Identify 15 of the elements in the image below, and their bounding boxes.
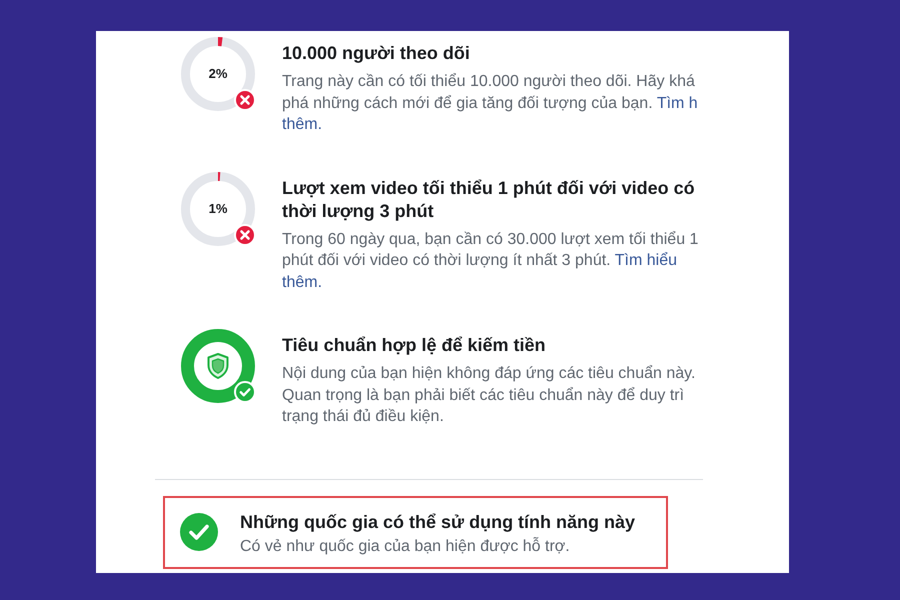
description-text: Nội dung của bạn hiện không đáp ứng các tiêu chuẩn này. Quan trọng là bạn phải biết các tiêu chuẩn này để duy trì trạng thái đủ điều kiện.: [282, 364, 696, 427]
progress-percent: 2%: [208, 66, 228, 82]
description-text: Trang này cần có tối thiểu 10.000 người theo dõi. Hãy khá phá những cách mới để gia tăng đối tượng của bạn. Tìm h thêm.: [282, 72, 699, 135]
learn-more-link[interactable]: Tìm h: [656, 94, 698, 112]
description-text: Trong 60 ngày qua, bạn cần có 30.000 lượt xem tối thiểu 1 phút đối với video có thời lượng ít nhất 3 phút. Tìm hiểu thêm.: [282, 230, 700, 292]
shield-icon: [207, 353, 229, 379]
summary-description: Có vẻ như quốc gia của bạn hiện được hỗ trợ.: [240, 536, 571, 556]
requirement-title: 10.000 người theo dõi: [282, 42, 471, 65]
learn-more-link[interactable]: thêm.: [282, 116, 322, 133]
summary-title: Những quốc gia có thể sử dụng tính năng này: [240, 510, 636, 534]
requirement-title: Tiêu chuẩn hợp lệ để kiếm tiền: [282, 334, 547, 357]
progress-percent: 1%: [208, 200, 228, 216]
learn-more-link[interactable]: Tìm hiểu: [614, 252, 678, 269]
learn-more-link[interactable]: thêm.: [282, 274, 322, 290]
requirement-title: Lượt xem video tối thiểu 1 phút đối với video có thời lượng 3 phút: [282, 176, 696, 222]
